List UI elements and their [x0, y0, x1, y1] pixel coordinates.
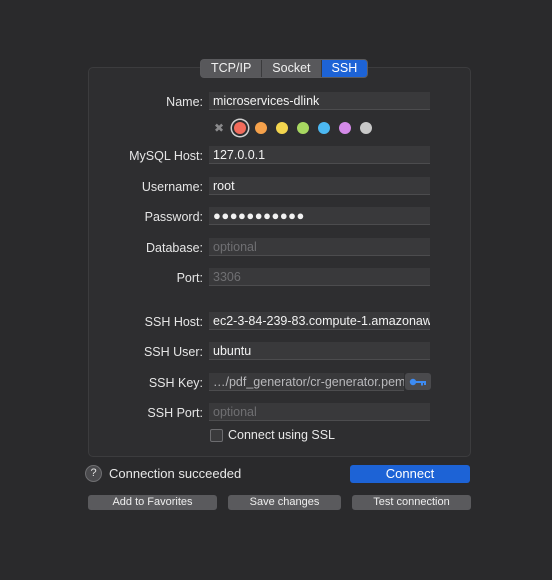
tab-ssh[interactable]: SSH: [321, 60, 368, 77]
ssh-port-label: SSH Port:: [147, 406, 203, 420]
username-label: Username:: [141, 180, 203, 194]
port-label: Port:: [176, 271, 203, 285]
connection-type-tabs: TCP/IP Socket SSH: [200, 59, 369, 78]
ssh-user-field[interactable]: ubuntu: [209, 342, 430, 360]
color-swatch[interactable]: [297, 122, 309, 134]
save-changes-button[interactable]: Save changes: [228, 495, 341, 510]
name-field[interactable]: microservices-dlink: [209, 92, 430, 110]
tab-tcpip[interactable]: TCP/IP: [201, 60, 263, 77]
mysql-host-field[interactable]: 127.0.0.1: [209, 146, 430, 164]
key-icon: [409, 378, 426, 385]
ssh-host-label: SSH Host:: [144, 315, 203, 329]
tab-socket[interactable]: Socket: [262, 60, 322, 77]
status-text: Connection succeeded: [109, 466, 242, 481]
color-swatch[interactable]: [339, 122, 351, 134]
password-label: Password:: [144, 210, 203, 224]
name-label: Name:: [166, 95, 203, 109]
connection-status: ? Connection succeeded: [85, 465, 241, 482]
ssh-port-field[interactable]: optional: [209, 403, 430, 421]
color-swatch[interactable]: [276, 122, 288, 134]
database-field[interactable]: optional: [209, 238, 430, 256]
connect-button[interactable]: Connect: [350, 465, 470, 483]
ssl-checkbox-label: Connect using SSL: [228, 428, 336, 442]
clear-color-icon[interactable]: ✖: [213, 121, 225, 135]
add-to-favorites-button[interactable]: Add to Favorites: [88, 495, 217, 510]
test-connection-button[interactable]: Test connection: [352, 495, 471, 510]
select-key-button[interactable]: [405, 373, 431, 390]
color-picker: ✖: [213, 121, 372, 135]
ssl-checkbox[interactable]: [210, 428, 223, 442]
ssh-key-field[interactable]: …/pdf_generator/cr-generator.pem: [209, 373, 404, 391]
help-icon[interactable]: ?: [85, 465, 102, 482]
color-swatch[interactable]: [318, 122, 330, 134]
database-label: Database:: [146, 241, 203, 255]
ssh-host-field[interactable]: ec2-3-84-239-83.compute-1.amazonaws.com: [209, 312, 430, 330]
password-field[interactable]: ●●●●●●●●●●●: [209, 207, 430, 225]
ssl-option[interactable]: Connect using SSL: [210, 428, 335, 442]
color-swatch[interactable]: [360, 122, 372, 134]
port-field[interactable]: 3306: [209, 268, 430, 286]
username-field[interactable]: root: [209, 177, 430, 195]
mysql-host-label: MySQL Host:: [129, 149, 203, 163]
ssh-user-label: SSH User:: [143, 345, 203, 359]
color-swatch[interactable]: [255, 122, 267, 134]
color-swatch[interactable]: [234, 122, 246, 134]
ssh-key-label: SSH Key:: [148, 376, 203, 390]
